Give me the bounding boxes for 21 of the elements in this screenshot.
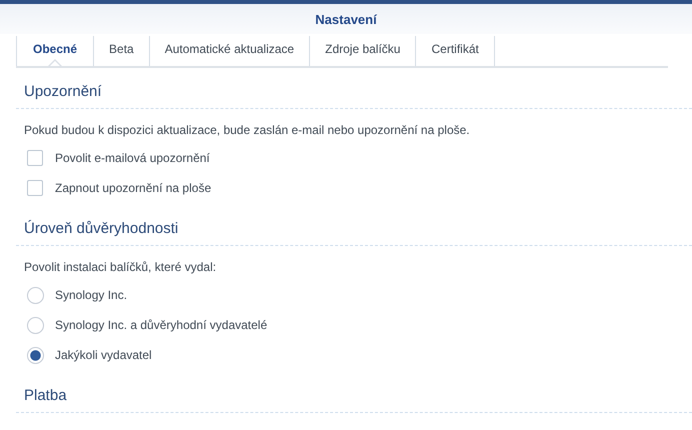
option-label: Synology Inc.	[55, 288, 128, 302]
description-text: Povolit instalaci balíčků, které vydal:	[23, 259, 218, 276]
tab[interactable]: Beta	[93, 36, 149, 66]
radio-button[interactable]	[27, 286, 44, 304]
option-label: Jakýkoli vydavatel	[55, 348, 152, 362]
option-label: Synology Inc. a důvěryhodní vydavatelé	[55, 318, 268, 332]
tab[interactable]: Certifikát	[415, 36, 495, 66]
section-heading: Upozornění	[16, 78, 692, 109]
checkbox[interactable]	[27, 150, 43, 166]
tab[interactable]: Zdroje balíčku	[309, 36, 416, 66]
tab[interactable]: Automatické aktualizace	[148, 36, 310, 66]
section-heading: Platba	[16, 382, 692, 413]
window-title: Nastavení	[315, 12, 377, 26]
section-heading: Úroveň důvěryhodnosti	[16, 215, 692, 246]
tab[interactable]: Obecné	[16, 36, 94, 66]
radio-button[interactable]	[27, 346, 44, 364]
radio-button[interactable]	[27, 316, 44, 334]
checkbox[interactable]	[27, 180, 43, 196]
option-label: Zapnout upozornění na ploše	[55, 181, 212, 195]
option-label: Povolit e-mailová upozornění	[55, 151, 210, 165]
description-text: Pokud budou k dispozici aktualizace, bude zaslán e-mail nebo upozornění na ploše.	[23, 122, 471, 139]
